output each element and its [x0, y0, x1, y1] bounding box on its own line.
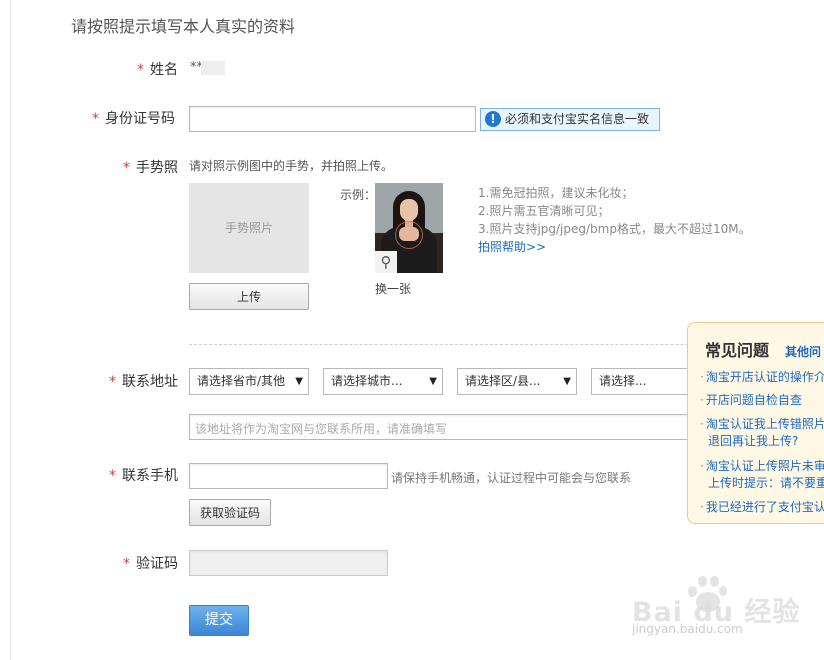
required-mark: *: [109, 468, 116, 484]
upload-button[interactable]: 上传: [189, 283, 309, 310]
faq-item[interactable]: · 我已经进行了支付宝认: [700, 499, 824, 516]
submit-button[interactable]: 提交: [189, 605, 249, 636]
info-icon: !: [485, 111, 501, 127]
magnifier-icon[interactable]: ⚲: [375, 251, 397, 273]
faq-item-continued[interactable]: 退回再让我上传?: [708, 433, 798, 450]
photo-help-link[interactable]: 拍照帮助>>: [478, 238, 751, 256]
photo-requirements: 1.需免冠拍照，建议未化妆； 2.照片需五官清晰可见； 3.照片支持jpg/jp…: [478, 184, 751, 256]
faq-item-continued[interactable]: 上传时提示：请不要重: [708, 475, 824, 492]
faq-item[interactable]: · 淘宝开店认证的操作介: [700, 369, 824, 386]
faq-panel: 常见问题 其他问 · 淘宝开店认证的操作介 · 开店问题自检自查 · 淘宝认证我上传错…: [687, 322, 824, 524]
requirement-item: 2.照片需五官清晰可见；: [478, 204, 610, 218]
required-mark: *: [123, 556, 130, 572]
watermark-url: jingyan.baidu.com: [632, 622, 743, 636]
id-number-input[interactable]: [189, 106, 476, 132]
phone-label: * 联系手机: [109, 468, 178, 484]
requirement-item: 3.照片支持jpg/jpeg/bmp格式，最大不超过10M。: [478, 222, 751, 236]
gesture-photo-label: * 手势照: [123, 160, 178, 176]
dropdown-arrow-icon: ▼: [429, 376, 437, 387]
faq-item[interactable]: · 淘宝认证上传照片未审: [700, 458, 824, 475]
page-heading: 请按照提示填写本人真实的资料: [71, 17, 296, 36]
required-mark: *: [137, 62, 144, 78]
example-label: 示例：: [340, 188, 377, 202]
gesture-hint: 请对照示例图中的手势，并拍照上传。: [189, 159, 394, 173]
dropdown-arrow-icon: ▼: [295, 376, 303, 387]
district-select[interactable]: 请选择区/县... ▼: [457, 368, 577, 395]
name-label: * 姓名: [137, 62, 178, 78]
phone-hint: 请保持手机畅通，认证过程中可能会与您联系: [391, 471, 632, 485]
faq-title: 常见问题: [705, 341, 770, 360]
required-mark: *: [123, 160, 130, 176]
address-label: * 联系地址: [109, 374, 178, 390]
id-number-tip: ! 必须和支付宝实名信息一致: [480, 108, 660, 131]
faq-more-link[interactable]: 其他问: [785, 343, 821, 360]
id-number-label: * 身份证号码: [92, 111, 175, 127]
page-left-border: [10, 0, 11, 660]
get-code-button[interactable]: 获取验证码: [189, 499, 271, 526]
requirement-item: 1.需免冠拍照，建议未化妆；: [478, 186, 634, 200]
gesture-photo-placeholder: 手势照片: [189, 183, 309, 273]
verify-code-input[interactable]: [189, 550, 388, 576]
phone-input[interactable]: [189, 463, 388, 489]
province-select[interactable]: 请选择省市/其他 ▼: [189, 368, 309, 395]
dropdown-arrow-icon: ▼: [563, 376, 571, 387]
name-redaction: [201, 61, 225, 75]
required-mark: *: [92, 111, 99, 127]
city-select[interactable]: 请选择城市... ▼: [323, 368, 443, 395]
required-mark: *: [109, 374, 116, 390]
swap-example-link[interactable]: 换一张: [375, 280, 411, 297]
verify-code-label: * 验证码: [123, 556, 178, 572]
address-detail-placeholder: 该地址将作为淘宝网与您联系所用，请准确填写: [195, 422, 448, 436]
faq-item[interactable]: · 淘宝认证我上传错照片: [700, 416, 824, 433]
faq-item[interactable]: · 开店问题自检自查: [700, 392, 802, 409]
